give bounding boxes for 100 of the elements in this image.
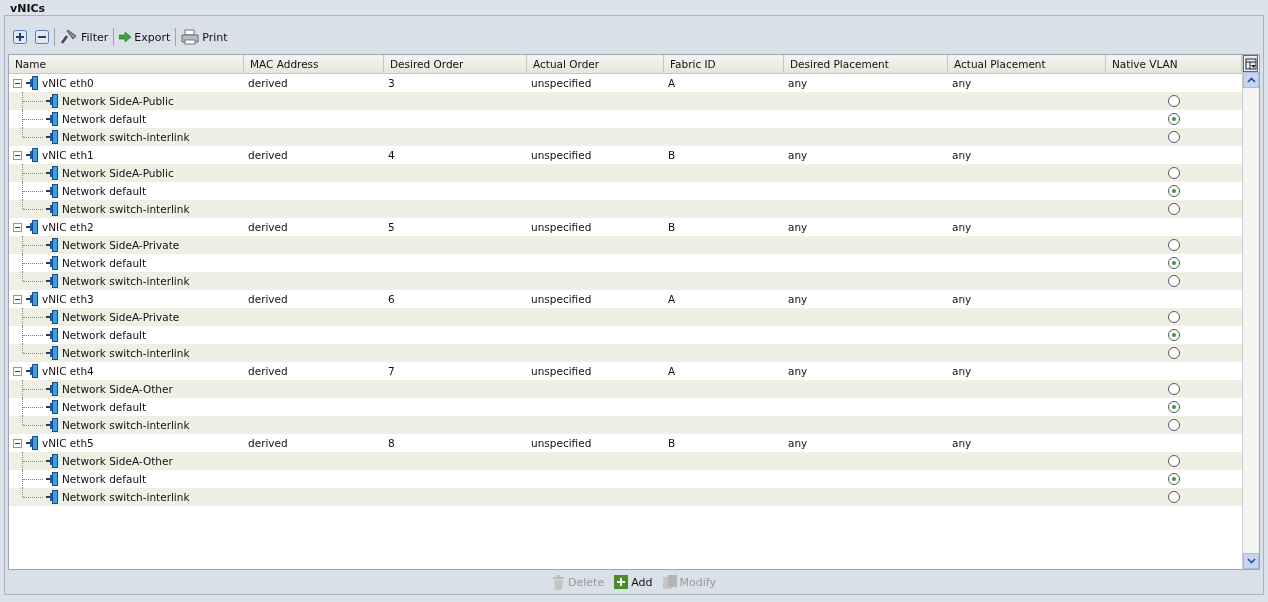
table-cell-text: derived — [247, 148, 289, 163]
plus-icon — [614, 575, 629, 589]
vnic-name[interactable]: vNIC eth4 — [40, 362, 94, 380]
vnic-name[interactable]: vNIC eth5 — [40, 434, 94, 452]
native-vlan-radio[interactable] — [1168, 329, 1180, 341]
native-vlan-radio[interactable] — [1168, 113, 1180, 125]
network-name[interactable]: Network default — [60, 326, 147, 344]
panel-title: vNICs — [9, 2, 47, 15]
network-name[interactable]: Network default — [60, 470, 147, 488]
vnic-name[interactable]: vNIC eth1 — [40, 146, 94, 164]
network-card-icon — [26, 76, 38, 90]
table-cell-text: A — [667, 364, 677, 379]
collapse-toggle-icon[interactable] — [13, 294, 22, 304]
native-vlan-radio[interactable] — [1168, 167, 1180, 179]
vnic-name[interactable]: vNIC eth0 — [40, 74, 94, 92]
print-button[interactable]: Print — [178, 26, 231, 48]
network-card-icon — [46, 166, 58, 180]
collapse-toggle-icon[interactable] — [13, 366, 22, 376]
documents-icon — [662, 575, 677, 589]
column-header[interactable]: Fabric ID — [664, 55, 784, 73]
native-vlan-radio[interactable] — [1168, 419, 1180, 431]
column-header[interactable]: Name — [9, 55, 244, 73]
export-button[interactable]: Export — [116, 26, 174, 48]
native-vlan-radio[interactable] — [1168, 401, 1180, 413]
network-card-icon — [46, 256, 58, 270]
network-name[interactable]: Network switch-interlink — [60, 128, 190, 146]
table-cell-text: derived — [247, 364, 289, 379]
table-cell-text: 6 — [387, 292, 396, 307]
table-cell-text: 8 — [387, 436, 396, 451]
column-chooser-button[interactable] — [1243, 55, 1258, 72]
network-card-icon — [46, 400, 58, 414]
trash-icon — [552, 574, 566, 590]
native-vlan-radio[interactable] — [1168, 491, 1180, 503]
network-name[interactable]: Network default — [60, 254, 147, 272]
native-vlan-radio[interactable] — [1168, 275, 1180, 287]
network-card-icon — [46, 454, 58, 468]
network-name[interactable]: Network switch-interlink — [60, 200, 190, 218]
collapse-toggle-icon[interactable] — [13, 438, 22, 448]
column-header[interactable]: Desired Order — [384, 55, 527, 73]
filter-icon — [60, 29, 78, 45]
network-card-icon — [46, 274, 58, 288]
network-card-icon — [46, 418, 58, 432]
native-vlan-radio[interactable] — [1168, 455, 1180, 467]
network-name[interactable]: Network default — [60, 110, 147, 128]
add-button[interactable]: Add — [612, 575, 655, 589]
native-vlan-radio[interactable] — [1168, 383, 1180, 395]
vnic-name[interactable]: vNIC eth3 — [40, 290, 94, 308]
native-vlan-radio[interactable] — [1168, 257, 1180, 269]
network-card-icon — [26, 436, 38, 450]
network-name[interactable]: Network SideA-Private — [60, 236, 180, 254]
native-vlan-radio[interactable] — [1168, 347, 1180, 359]
filter-button[interactable]: Filter — [57, 26, 112, 48]
table-cell-text: any — [951, 292, 973, 307]
network-card-icon — [46, 472, 58, 486]
network-name[interactable]: Network SideA-Private — [60, 308, 180, 326]
network-card-icon — [46, 238, 58, 252]
collapse-toggle-icon[interactable] — [13, 78, 22, 88]
table-cell-text: unspecified — [530, 364, 593, 379]
native-vlan-radio[interactable] — [1168, 311, 1180, 323]
table-cell-text: any — [951, 364, 973, 379]
column-header[interactable]: MAC Address — [244, 55, 384, 73]
native-vlan-radio[interactable] — [1168, 239, 1180, 251]
network-card-icon — [26, 364, 38, 378]
network-name[interactable]: Network switch-interlink — [60, 416, 190, 434]
column-header[interactable]: Actual Placement — [948, 55, 1106, 73]
table-cell-text: unspecified — [530, 436, 593, 451]
network-name[interactable]: Network default — [60, 182, 147, 200]
network-card-icon — [46, 184, 58, 198]
collapse-toggle-icon[interactable] — [13, 150, 22, 160]
network-name[interactable]: Network switch-interlink — [60, 272, 190, 290]
table-cell-text: any — [787, 76, 809, 91]
table-cell-text: 7 — [387, 364, 396, 379]
scrollbar[interactable] — [1243, 72, 1259, 569]
column-header[interactable]: Actual Order — [527, 55, 664, 73]
native-vlan-radio[interactable] — [1168, 473, 1180, 485]
vnic-name[interactable]: vNIC eth2 — [40, 218, 94, 236]
table-cell-text: derived — [247, 76, 289, 91]
table-cell-text: A — [667, 76, 677, 91]
network-name[interactable]: Network switch-interlink — [60, 488, 190, 506]
network-name[interactable]: Network SideA-Public — [60, 164, 174, 182]
native-vlan-radio[interactable] — [1168, 203, 1180, 215]
network-name[interactable]: Network default — [60, 398, 147, 416]
table-cell-text: any — [951, 148, 973, 163]
network-name[interactable]: Network switch-interlink — [60, 344, 190, 362]
native-vlan-radio[interactable] — [1168, 95, 1180, 107]
table-cell-text: any — [787, 292, 809, 307]
network-name[interactable]: Network SideA-Other — [60, 380, 173, 398]
table-cell-text: any — [951, 436, 973, 451]
column-header[interactable]: Desired Placement — [784, 55, 948, 73]
table-cell-text: unspecified — [530, 76, 593, 91]
table-cell-text: any — [787, 148, 809, 163]
printer-icon — [181, 29, 200, 45]
arrow-icon — [119, 32, 132, 42]
network-card-icon — [46, 346, 58, 360]
network-name[interactable]: Network SideA-Other — [60, 452, 173, 470]
native-vlan-radio[interactable] — [1168, 131, 1180, 143]
network-card-icon — [46, 382, 58, 396]
network-name[interactable]: Network SideA-Public — [60, 92, 174, 110]
native-vlan-radio[interactable] — [1168, 185, 1180, 197]
collapse-toggle-icon[interactable] — [13, 222, 22, 232]
